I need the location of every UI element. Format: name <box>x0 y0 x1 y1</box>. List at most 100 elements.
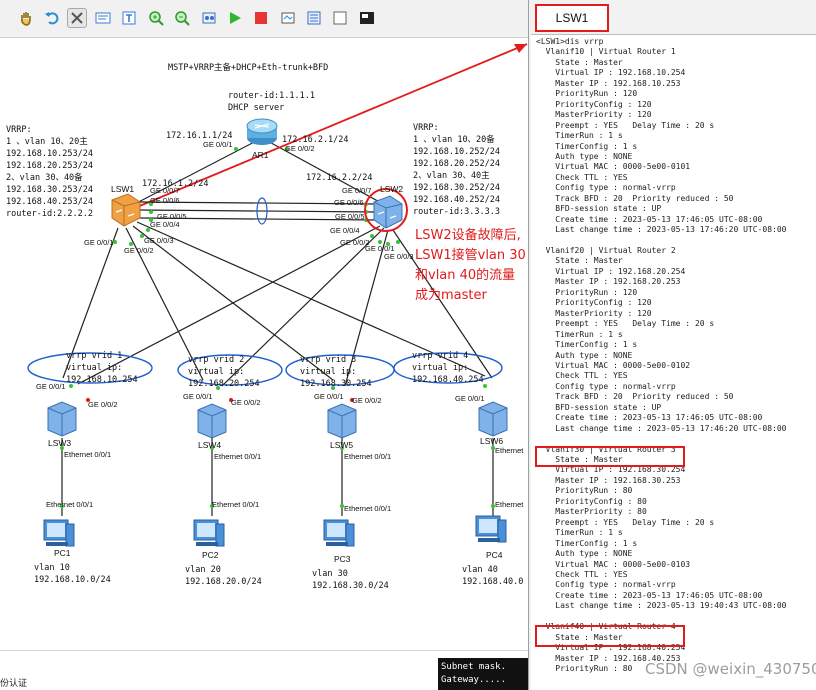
pc2-subnet: 192.168.20.0/24 <box>185 577 262 587</box>
cli-line: BFD-session state : UP <box>536 402 662 412</box>
cli-line: Auth type : NONE <box>536 151 633 161</box>
pc4-subnet: 192.168.40.0 <box>462 577 524 587</box>
port-label: GE 0/0/1 <box>36 382 66 391</box>
highlight-vlanif30 <box>535 446 685 467</box>
cli-line: Preempt : YES Delay Time : 20 s <box>536 120 715 130</box>
cli-line: MasterPriority : 120 <box>536 110 652 120</box>
cli-line: Check TTL : YES <box>536 371 628 381</box>
vrrp-bubble-4-vrid: vrrp vrid 4 <box>412 351 469 361</box>
switch-lsw2-icon <box>373 195 403 229</box>
port-label: GE 0/0/1 <box>455 394 485 403</box>
text-icon[interactable] <box>93 8 113 28</box>
capture-icon[interactable] <box>278 8 298 28</box>
pc3-subnet: 192.168.30.0/24 <box>312 581 389 591</box>
pc2-label[interactable]: PC2 <box>202 550 219 560</box>
switch-lsw5-label[interactable]: LSW5 <box>330 440 353 450</box>
port-label: GE 0/0/7 <box>342 186 372 195</box>
cli-line: Config type : normal-vrrp <box>536 183 676 193</box>
watermark: CSDN @weixin_43075093 <box>645 660 816 678</box>
switch-lsw4-label[interactable]: LSW4 <box>198 440 221 450</box>
cli-line: PriorityRun : 120 <box>536 287 638 297</box>
cli-line: PriorityRun : 120 <box>536 89 638 99</box>
cli-line: Auth type : NONE <box>536 350 633 360</box>
cli-line: Master IP : 192.168.30.253 <box>536 475 681 485</box>
port-label: GE 0/0/1 <box>183 392 213 401</box>
vrrp-bubble-4-vip: 192.168.40.254 <box>412 375 484 385</box>
port-label: GE 0/0/1 <box>314 392 344 401</box>
pc1-vlan: vlan 10 <box>34 563 70 573</box>
tab-lsw1[interactable]: LSW1 <box>535 4 609 32</box>
port-label: GE 0/0/7 <box>150 186 180 195</box>
cli-line: MasterPriority : 80 <box>536 507 647 517</box>
cli-line: Virtual MAC : 0000-5e00-0103 <box>536 559 691 569</box>
cli-line: Master IP : 192.168.20.253 <box>536 277 681 287</box>
port-label: GE 0/0/2 <box>285 144 315 153</box>
cli-line: PriorityConfig : 120 <box>536 298 652 308</box>
vrrp-bubble-2-vrid: vrrp vrid 2 <box>188 355 245 365</box>
cli-line: TimerRun : 1 s <box>536 329 623 339</box>
highlight-vlanif40 <box>535 625 685 647</box>
port-label: Ethernet 0/0/1 <box>214 452 262 461</box>
cli-line: Virtual IP : 192.168.30.254 <box>536 465 686 475</box>
cli-line: State : Master <box>536 256 623 266</box>
vrrp-bubble-3-vip: 192.168.30.254 <box>300 379 372 389</box>
ip-label: 172.16.2.2/24 <box>306 173 373 183</box>
cli-line: Config type : normal-vrrp <box>536 381 676 391</box>
start-icon[interactable] <box>225 8 245 28</box>
port-label: Ethernet <box>495 500 524 509</box>
port-label: Ethernet <box>495 446 524 455</box>
switch-lsw3-label[interactable]: LSW3 <box>48 438 71 448</box>
switch-lsw1-icon <box>111 193 141 227</box>
console-icon[interactable] <box>357 8 377 28</box>
stop-device-icon[interactable] <box>251 8 271 28</box>
settings-icon[interactable] <box>304 8 324 28</box>
zoom-out-icon[interactable] <box>172 8 192 28</box>
redo-icon[interactable] <box>330 8 350 28</box>
router-ar1-icon <box>246 118 278 145</box>
cli-line: Last change time : 2023-05-13 17:46:20 U… <box>536 225 787 235</box>
cli-line: Master IP : 192.168.10.253 <box>536 78 681 88</box>
port-label: GE 0/0/4 <box>330 226 360 235</box>
ar1-label[interactable]: AR1 <box>252 150 269 160</box>
switch-lsw6-label[interactable]: LSW6 <box>480 436 503 446</box>
switch-lsw1-label[interactable]: LSW1 <box>111 184 134 194</box>
pc3-vlan: vlan 30 <box>312 569 348 579</box>
toolbar <box>0 0 528 38</box>
stop-icon[interactable] <box>67 8 87 28</box>
pc3-label[interactable]: PC3 <box>334 554 351 564</box>
cli-line: TimerConfig : 1 s <box>536 340 638 350</box>
cli-line: Create time : 2023-05-13 17:46:05 UTC-08… <box>536 413 763 423</box>
zoom-in-icon[interactable] <box>146 8 166 28</box>
topology-canvas[interactable]: MSTP+VRRP主备+DHCP+Eth-trunk+BFD router-id… <box>0 38 528 650</box>
port-label: Ethernet 0/0/1 <box>344 452 392 461</box>
subnet-mask-line: Subnet mask. <box>441 662 507 672</box>
cli-line: TimerRun : 1 s <box>536 131 623 141</box>
textbox-icon[interactable] <box>119 8 139 28</box>
cli-line: BFD-session state : UP <box>536 204 662 214</box>
fault-annotation: LSW2设备故障后, LSW1接管vlan 30 和vlan 40的流量 成为m… <box>415 228 526 303</box>
port-label: GE 0/0/2 <box>124 246 154 255</box>
pc2-vlan: vlan 20 <box>185 565 221 575</box>
cli-line: PriorityConfig : 80 <box>536 496 647 506</box>
cli-line: Virtual IP : 192.168.20.254 <box>536 266 686 276</box>
pc1-label[interactable]: PC1 <box>54 548 71 558</box>
undo-icon[interactable] <box>42 8 62 28</box>
switch-lsw2-label[interactable]: LSW2 <box>380 184 403 194</box>
vrrp-bubble-1-vrid: vrrp vrid 1 <box>66 351 123 361</box>
pc4-vlan: vlan 40 <box>462 565 498 575</box>
pc1-subnet: 192.168.10.0/24 <box>34 575 111 585</box>
port-label: GE 0/0/6 <box>150 196 180 205</box>
cli-line: Create time : 2023-05-13 17:46:05 UTC-08… <box>536 214 763 224</box>
pc4-label[interactable]: PC4 <box>486 550 503 560</box>
hand-icon[interactable] <box>16 8 36 28</box>
port-label: Ethernet 0/0/1 <box>46 500 94 509</box>
cli-line: Vlanif10 | Virtual Router 1 <box>536 47 676 57</box>
cli-output[interactable]: <LSW1>dis vrrp Vlanif10 | Virtual Router… <box>531 34 816 690</box>
cli-line: Last change time : 2023-05-13 19:40:43 U… <box>536 601 787 611</box>
cli-line: PriorityRun : 80 <box>536 664 633 673</box>
port-label: GE 0/0/5 <box>335 212 365 221</box>
fit-icon[interactable] <box>199 8 219 28</box>
topology-links <box>27 43 528 547</box>
vrrp-bubble-2-vip: 192.168.20.254 <box>188 379 260 389</box>
cli-line: PriorityConfig : 120 <box>536 99 652 109</box>
